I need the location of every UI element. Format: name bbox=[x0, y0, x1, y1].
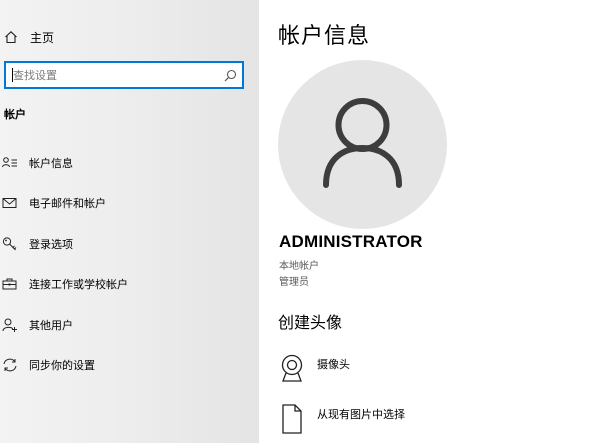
browse-picture-option[interactable]: 从现有图片中选择 bbox=[279, 403, 405, 435]
create-avatar-heading: 创建头像 bbox=[278, 313, 343, 332]
camera-option[interactable]: 摄像头 bbox=[279, 353, 350, 385]
camera-icon bbox=[281, 354, 303, 382]
search-box[interactable] bbox=[4, 61, 244, 89]
search-input[interactable] bbox=[6, 63, 218, 87]
sidebar-item-label: 其他用户 bbox=[29, 318, 73, 332]
account-role: 管理员 bbox=[279, 277, 309, 288]
settings-window: 主页 帐户 帐户信息 bbox=[0, 0, 600, 443]
briefcase-icon bbox=[2, 278, 17, 290]
sidebar-item-other-users[interactable]: 其他用户 bbox=[0, 312, 259, 338]
sidebar-item-label: 电子邮件和帐户 bbox=[29, 197, 106, 211]
person-card-icon bbox=[2, 157, 17, 168]
section-title: 帐户 bbox=[4, 108, 26, 121]
sidebar-item-label: 帐户信息 bbox=[29, 157, 73, 170]
picture-file-icon bbox=[282, 404, 302, 434]
sidebar: 主页 帐户 帐户信息 bbox=[0, 0, 259, 443]
browse-picture-label: 从现有图片中选择 bbox=[317, 408, 405, 421]
account-type: 本地帐户 bbox=[279, 261, 319, 272]
main-pane: 帐户信息 ADMINISTRATOR 本地帐户 管理员 创建头像 摄像头 从现有… bbox=[259, 0, 600, 443]
camera-option-label: 摄像头 bbox=[317, 358, 350, 371]
sidebar-item-work-school[interactable]: 连接工作或学校帐户 bbox=[0, 271, 259, 297]
sidebar-item-label: 连接工作或学校帐户 bbox=[29, 278, 128, 292]
sidebar-item-sign-in[interactable]: 登录选项 bbox=[0, 231, 259, 257]
sync-icon bbox=[3, 358, 17, 372]
home-label: 主页 bbox=[30, 30, 55, 45]
user-name: ADMINISTRATOR bbox=[279, 232, 423, 251]
add-person-icon bbox=[2, 318, 17, 332]
sidebar-item-label: 登录选项 bbox=[29, 237, 73, 251]
mail-icon bbox=[2, 198, 17, 209]
home-icon bbox=[5, 31, 17, 44]
text-caret bbox=[12, 68, 13, 82]
search-icon[interactable] bbox=[224, 69, 237, 82]
sidebar-item-email[interactable]: 电子邮件和帐户 bbox=[0, 190, 259, 216]
home-link[interactable]: 主页 bbox=[0, 24, 259, 50]
avatar bbox=[278, 60, 447, 229]
page-title: 帐户信息 bbox=[278, 24, 371, 49]
key-icon bbox=[2, 237, 17, 251]
sidebar-item-sync[interactable]: 同步你的设置 bbox=[0, 352, 259, 378]
sidebar-nav: 帐户信息 电子邮件和帐户 登录选项 连接工作或学校帐户 其他用户 同步你的设置 bbox=[0, 150, 259, 392]
user-silhouette-icon bbox=[323, 98, 402, 188]
sidebar-item-label: 同步你的设置 bbox=[29, 358, 95, 372]
sidebar-item-account-info[interactable]: 帐户信息 bbox=[0, 150, 259, 176]
